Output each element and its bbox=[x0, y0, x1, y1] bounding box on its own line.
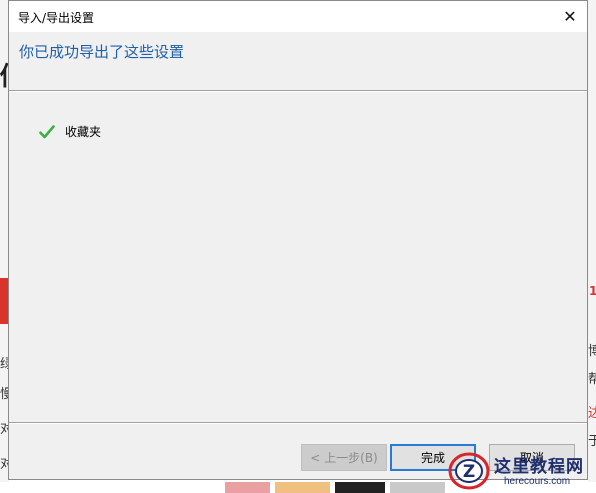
background-text-fragment: 于 bbox=[588, 434, 596, 449]
background-text-fragment: 帮 bbox=[588, 372, 596, 387]
result-item-label: 收藏夹 bbox=[65, 125, 102, 139]
close-icon: ✕ bbox=[563, 7, 577, 26]
watermark-logo-letter: Z bbox=[463, 462, 475, 482]
site-watermark: Z 这里教程网 herecours.com bbox=[448, 449, 596, 493]
import-export-dialog: 导入/导出设置 ✕ 你已成功导出了这些设置 收藏夹 < 上一步(B) 完成 取消 bbox=[8, 0, 588, 480]
background-text-fragment: 博 bbox=[588, 344, 596, 359]
footer-divider-highlight bbox=[9, 423, 587, 424]
dialog-titlebar[interactable]: 导入/导出设置 ✕ bbox=[9, 1, 587, 32]
watermark-url: herecours.com bbox=[504, 476, 571, 487]
background-text-fragment: 达 bbox=[588, 406, 596, 421]
watermark-text: 这里教程网 bbox=[494, 457, 584, 477]
checkmark-icon bbox=[39, 124, 55, 138]
back-button[interactable]: < 上一步(B) bbox=[301, 444, 387, 471]
background-number-fragment: 1 bbox=[589, 284, 596, 298]
page-heading: 你已成功导出了这些设置 bbox=[19, 43, 185, 61]
watermark-logo-icon: Z bbox=[448, 452, 490, 490]
result-item: 收藏夹 bbox=[39, 123, 101, 140]
header-divider-highlight bbox=[9, 91, 587, 92]
close-button[interactable]: ✕ bbox=[553, 1, 587, 32]
dialog-title: 导入/导出设置 bbox=[18, 11, 95, 25]
background-red-banner bbox=[0, 278, 8, 324]
